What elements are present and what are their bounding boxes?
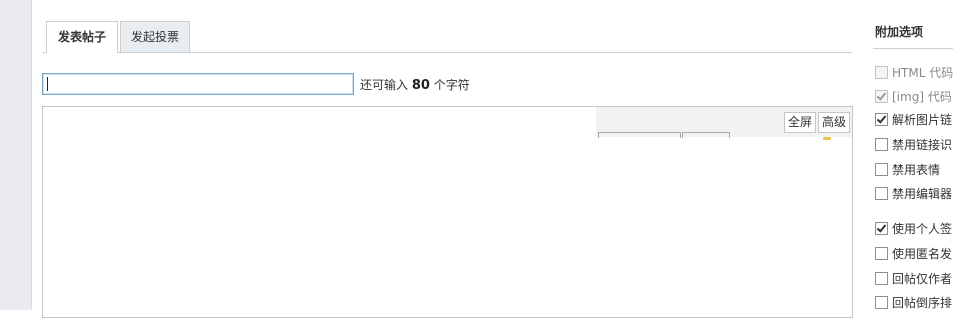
char-counter-prefix: 还可输入 — [360, 78, 409, 92]
option-reply-author-only[interactable]: 回帖仅作者 — [875, 270, 952, 286]
fullscreen-button[interactable]: 全屏 — [784, 112, 817, 133]
editor-toolbar-secondary-row — [598, 132, 773, 138]
option-label: 禁用编辑器 — [892, 187, 953, 201]
option-label: [img] 代码 — [892, 90, 952, 104]
option-use-signature[interactable]: 使用个人签 — [875, 220, 952, 236]
option-disable-smilies[interactable]: 禁用表情 — [875, 161, 940, 177]
option-label: 使用匿名发 — [892, 247, 953, 261]
char-counter-suffix: 个字符 — [433, 78, 470, 92]
option-label: 使用个人签 — [892, 222, 953, 236]
option-disable-editor[interactable]: 禁用编辑器 — [875, 185, 952, 201]
option-parse-image-links[interactable]: 解析图片链 — [875, 111, 952, 127]
option-disable-link-detect[interactable]: 禁用链接识 — [875, 136, 952, 152]
smiley-icon[interactable] — [823, 137, 831, 140]
checkbox[interactable] — [875, 163, 888, 176]
subject-input[interactable] — [42, 73, 354, 95]
checkbox[interactable] — [875, 296, 888, 309]
tabs-divider — [42, 52, 852, 53]
advanced-button[interactable]: 高级 — [818, 112, 851, 133]
checkbox[interactable] — [875, 113, 888, 126]
option-label: 禁用表情 — [892, 163, 941, 177]
checkbox[interactable] — [875, 66, 888, 79]
toolbar-button-group[interactable] — [598, 132, 681, 138]
tab-new-poll[interactable]: 发起投票 — [120, 21, 190, 52]
toolbar-button-group[interactable] — [682, 132, 730, 138]
option-label: 回帖仅作者 — [892, 272, 953, 286]
sidebar-divider — [873, 48, 953, 49]
option-label: 解析图片链 — [892, 113, 953, 127]
left-strip-divider — [31, 0, 32, 310]
checkbox[interactable] — [875, 187, 888, 200]
checkbox[interactable] — [875, 222, 888, 235]
option-anonymous-post[interactable]: 使用匿名发 — [875, 245, 952, 261]
option-reply-reverse-order[interactable]: 回帖倒序排 — [875, 294, 952, 310]
tab-new-post[interactable]: 发表帖子 — [46, 21, 118, 53]
char-counter: 还可输入 80 个字符 — [360, 76, 470, 93]
text-caret — [47, 77, 48, 91]
checkbox[interactable] — [875, 90, 888, 103]
option-label: 回帖倒序排 — [892, 296, 953, 310]
option-img-code[interactable]: [img] 代码 — [875, 88, 952, 104]
checkbox[interactable] — [875, 138, 888, 151]
left-side-strip — [0, 0, 31, 310]
option-label: HTML 代码 — [892, 66, 953, 80]
message-editor[interactable]: 全屏 高级 — [42, 106, 853, 318]
sidebar-title: 附加选项 — [875, 25, 924, 39]
post-type-tabs: 发表帖子 发起投票 — [42, 21, 852, 53]
char-counter-value: 80 — [411, 78, 430, 93]
option-label: 禁用链接识 — [892, 138, 953, 152]
checkbox[interactable] — [875, 272, 888, 285]
option-html-code[interactable]: HTML 代码 — [875, 64, 953, 80]
checkbox[interactable] — [875, 247, 888, 260]
